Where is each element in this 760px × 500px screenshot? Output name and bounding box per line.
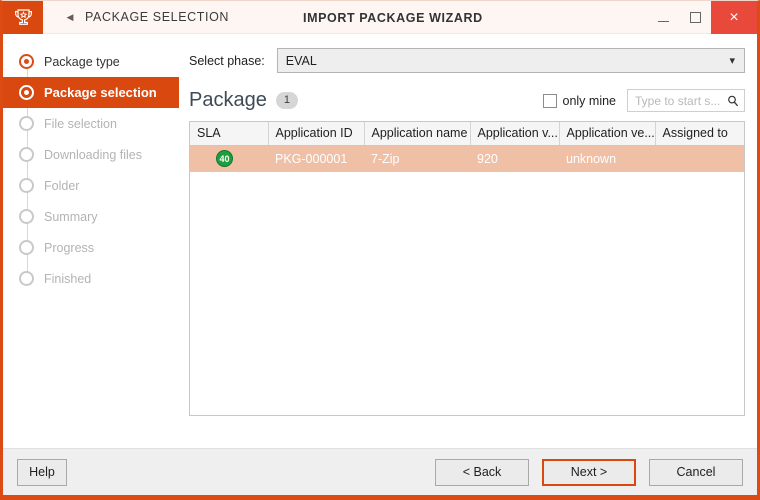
sidebar-item-folder[interactable]: Folder [3, 170, 179, 201]
sidebar-item-finished[interactable]: Finished [3, 263, 179, 294]
help-button[interactable]: Help [17, 458, 67, 486]
package-heading: Package [189, 89, 267, 111]
chevron-down-icon: ▾ [729, 55, 735, 67]
column-header-application-v[interactable]: Application v... [470, 122, 560, 146]
cell-application-name: 7-Zip [371, 151, 400, 166]
maximize-button[interactable] [679, 1, 711, 34]
table-body: 40 PKG-000001 7-Zip 920 unknown [190, 145, 744, 173]
close-button[interactable]: × [711, 1, 757, 34]
sidebar-item-label: Downloading files [44, 147, 142, 162]
column-header-application-id[interactable]: Application ID [268, 122, 365, 146]
phase-selector-row: Select phase: EVAL ▾ [189, 48, 751, 73]
column-header-sla[interactable]: SLA [190, 122, 269, 146]
sidebar-item-summary[interactable]: Summary [3, 201, 179, 232]
step-radio-icon [19, 85, 34, 100]
next-button[interactable]: Next > [542, 458, 636, 486]
sidebar-item-label: File selection [44, 116, 117, 131]
table-header: SLA Application ID Application name Appl… [190, 122, 744, 146]
search-input[interactable] [635, 93, 725, 108]
phase-select[interactable]: EVAL ▾ [276, 48, 745, 73]
step-radio-icon [19, 178, 34, 193]
main-content: Select phase: EVAL ▾ Package 1 only mine [179, 34, 757, 448]
step-radio-icon [19, 54, 34, 69]
column-header-application-ve[interactable]: Application ve... [559, 122, 656, 146]
footer-bar: Help < Back Next > Cancel [3, 448, 757, 495]
sidebar-item-progress[interactable]: Progress [3, 232, 179, 263]
wizard-steps-sidebar: Package type Package selection File sele… [3, 34, 179, 448]
page-title: IMPORT PACKAGE WIZARD [303, 10, 483, 25]
step-radio-icon [19, 271, 34, 286]
step-radio-icon [19, 116, 34, 131]
sla-badge: 40 [216, 150, 233, 167]
title-bar: ◀ PACKAGE SELECTION IMPORT PACKAGE WIZAR… [3, 1, 757, 34]
sidebar-item-package-selection[interactable]: Package selection [3, 77, 179, 108]
package-count-badge: 1 [275, 92, 298, 109]
phase-select-value: EVAL [285, 53, 317, 68]
import-package-wizard-window: ◀ PACKAGE SELECTION IMPORT PACKAGE WIZAR… [0, 0, 760, 500]
table-row[interactable]: 40 PKG-000001 7-Zip 920 unknown [190, 145, 744, 173]
breadcrumb: PACKAGE SELECTION [85, 10, 230, 24]
step-radio-icon [19, 147, 34, 162]
window-controls: × [647, 1, 757, 34]
sidebar-item-label: Finished [44, 271, 92, 286]
app-logo [3, 1, 43, 34]
package-table-panel: SLA Application ID Application name Appl… [189, 121, 745, 416]
close-icon: × [729, 8, 739, 26]
only-mine-checkbox[interactable]: only mine [542, 93, 617, 108]
cell-assigned-to [655, 146, 744, 173]
minimize-icon [657, 20, 669, 22]
sidebar-item-label: Folder [44, 178, 80, 193]
search-box[interactable] [627, 89, 745, 112]
column-header-assigned-to[interactable]: Assigned to [655, 122, 744, 146]
cell-application-v: 920 [477, 151, 498, 166]
sidebar-item-label: Package selection [44, 85, 157, 100]
back-button[interactable]: < Back [435, 458, 529, 486]
window-body: Package type Package selection File sele… [3, 34, 757, 448]
package-header: Package 1 only mine [189, 89, 751, 112]
sidebar-item-label: Summary [44, 209, 98, 224]
maximize-icon [689, 12, 701, 23]
only-mine-label: only mine [562, 93, 617, 108]
table-header-row: SLA Application ID Application name Appl… [190, 122, 744, 146]
package-table: SLA Application ID Application name Appl… [190, 122, 744, 172]
trophy-icon [14, 8, 33, 28]
cancel-button[interactable]: Cancel [649, 458, 743, 486]
search-icon[interactable] [727, 95, 739, 107]
sidebar-item-label: Package type [44, 54, 120, 69]
minimize-button[interactable] [647, 1, 679, 34]
cell-application-ve: unknown [566, 151, 617, 166]
phase-label: Select phase: [189, 53, 265, 68]
sidebar-item-label: Progress [44, 240, 95, 255]
chevron-left-icon[interactable]: ◀ [57, 1, 83, 33]
cell-sla: 40 [190, 146, 268, 173]
step-radio-icon [19, 240, 34, 255]
sidebar-item-package-type[interactable]: Package type [3, 46, 179, 77]
step-radio-icon [19, 209, 34, 224]
column-header-application-name[interactable]: Application name [364, 122, 471, 146]
checkbox-icon [542, 93, 557, 108]
sidebar-item-file-selection[interactable]: File selection [3, 108, 179, 139]
sidebar-item-downloading-files[interactable]: Downloading files [3, 139, 179, 170]
cell-application-id: PKG-000001 [275, 151, 348, 166]
